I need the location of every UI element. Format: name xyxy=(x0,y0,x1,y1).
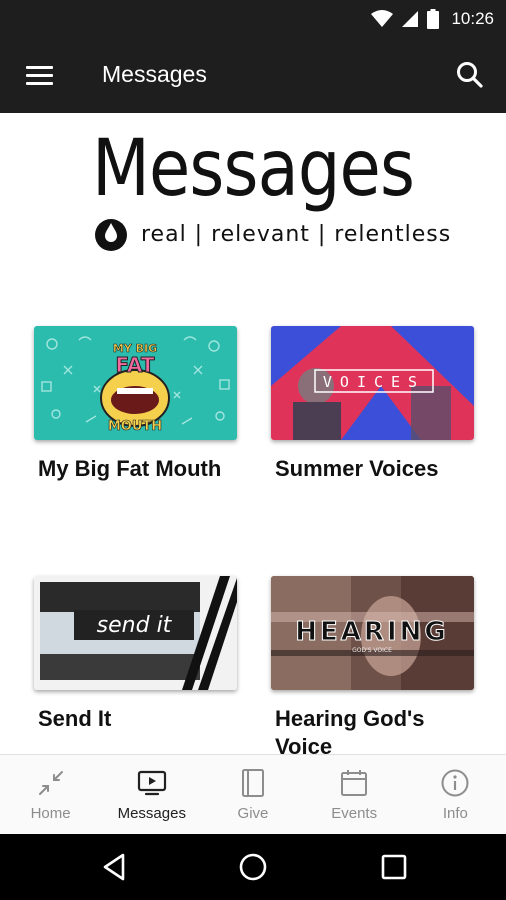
series-title: Hearing God's Voice xyxy=(275,706,425,754)
series-thumbnail: MY BIG FAT MOUTH xyxy=(34,326,237,440)
battery-icon xyxy=(427,8,440,29)
search-icon[interactable] xyxy=(452,57,488,93)
home-circle-icon[interactable] xyxy=(237,851,269,883)
svg-text:VOICES: VOICES xyxy=(323,373,425,391)
status-bar: 10:26 xyxy=(0,0,506,37)
series-grid: MY BIG FAT MOUTH My Big Fat Mouth VOICES… xyxy=(0,298,506,754)
nav-label-messages: Messages xyxy=(117,805,186,822)
nav-label-info: Info xyxy=(442,805,468,822)
app-bar-title: Messages xyxy=(102,61,207,87)
collapse-arrows-icon xyxy=(38,771,63,795)
series-title: Send It xyxy=(38,706,112,731)
logo-tagline-row: real | relevant | relentless xyxy=(95,216,451,252)
tv-play-icon xyxy=(137,770,166,796)
series-card[interactable]: send it Send It xyxy=(34,576,237,733)
nav-give[interactable]: Give xyxy=(202,755,303,835)
svg-text:GOD'S VOICE: GOD'S VOICE xyxy=(352,647,392,654)
nav-label-events: Events xyxy=(331,805,378,822)
svg-text:HEARING: HEARING xyxy=(295,617,448,647)
series-thumbnail: send it xyxy=(34,576,237,690)
nav-events[interactable]: Events xyxy=(304,755,405,835)
series-title: My Big Fat Mouth xyxy=(38,456,222,481)
bottom-nav: Home Messages Give Events Info xyxy=(0,754,506,834)
series-card[interactable]: HEARING GOD'S VOICE Hearing God's Voice xyxy=(271,576,474,754)
logo-title: Messages xyxy=(91,124,415,214)
nav-info[interactable]: Info xyxy=(405,755,506,835)
header-logo: Messages real | relevant | relentless xyxy=(0,113,506,298)
series-card[interactable]: VOICES Summer Voices xyxy=(271,326,474,483)
nav-home[interactable]: Home xyxy=(0,755,101,835)
my-big-fat-mouth-artwork: MY BIG FAT MOUTH xyxy=(34,326,237,440)
series-title: Summer Voices xyxy=(275,456,439,481)
recents-icon[interactable] xyxy=(378,851,410,883)
status-time: 10:26 xyxy=(451,8,494,28)
svg-text:FAT: FAT xyxy=(116,353,155,377)
nav-label-give: Give xyxy=(237,805,269,822)
summer-voices-artwork: VOICES xyxy=(271,326,474,440)
hearing-gods-voice-artwork: HEARING GOD'S VOICE xyxy=(271,576,474,690)
info-icon xyxy=(441,769,469,797)
series-thumbnail: VOICES xyxy=(271,326,474,440)
send-it-artwork: send it xyxy=(34,576,237,690)
svg-text:send it: send it xyxy=(97,613,173,638)
calendar-icon xyxy=(341,770,368,796)
book-icon xyxy=(241,769,264,797)
wifi-icon xyxy=(371,9,394,27)
nav-messages[interactable]: Messages xyxy=(101,755,202,835)
drop-icon xyxy=(95,219,127,251)
app-bar: Messages xyxy=(0,37,506,113)
cell-signal-icon xyxy=(402,10,419,27)
svg-text:MOUTH: MOUTH xyxy=(108,419,162,434)
nav-label-home: Home xyxy=(30,805,71,822)
back-icon[interactable] xyxy=(99,851,131,883)
hamburger-menu-icon[interactable] xyxy=(18,59,62,91)
series-card[interactable]: MY BIG FAT MOUTH My Big Fat Mouth xyxy=(34,326,237,483)
series-thumbnail: HEARING GOD'S VOICE xyxy=(271,576,474,690)
logo-tagline: real | relevant | relentless xyxy=(141,221,452,247)
status-icons: 10:26 xyxy=(371,6,494,31)
system-nav-bar xyxy=(0,834,506,900)
